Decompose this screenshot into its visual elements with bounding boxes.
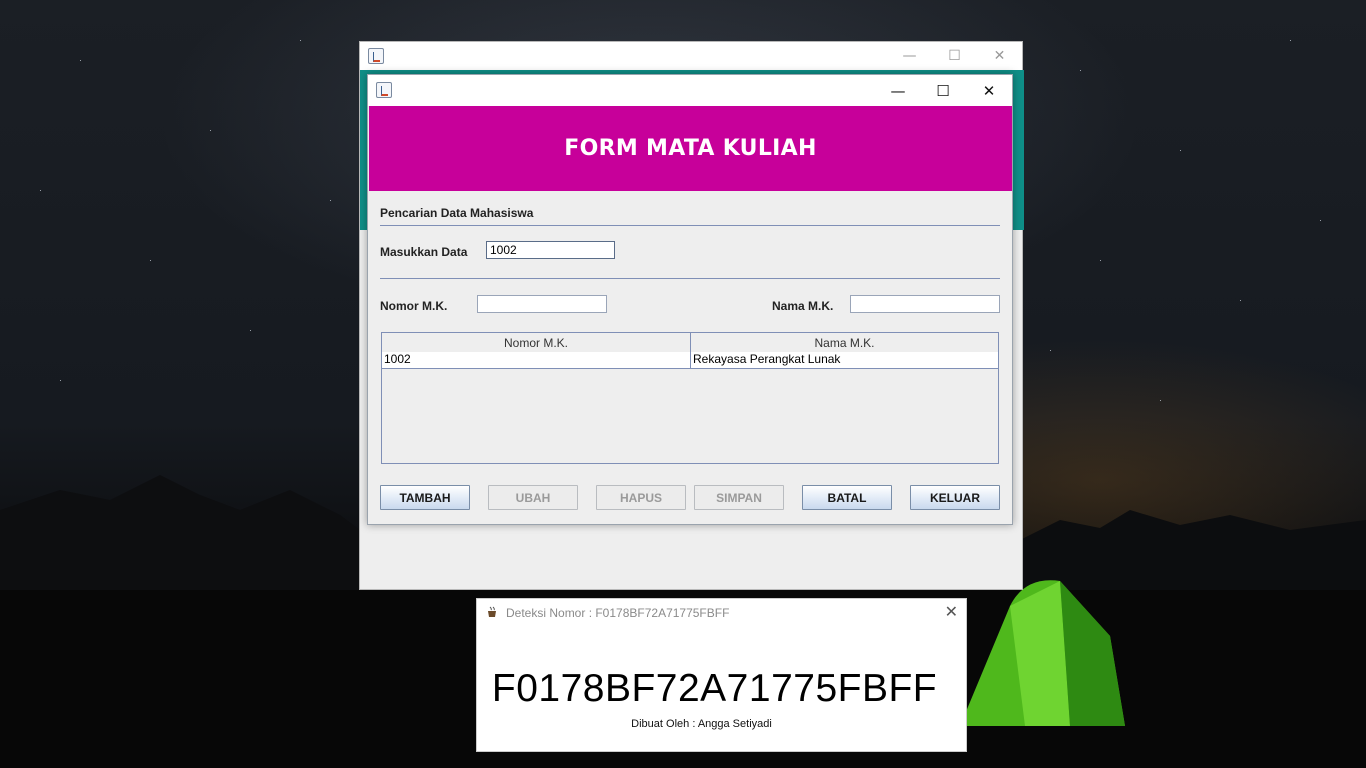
detection-popup[interactable]: Deteksi Nomor : F0178BF72A71775FBFF ✕ F0… [476, 598, 967, 752]
search-input[interactable]: 1002 [486, 241, 615, 259]
simpan-button[interactable]: SIMPAN [694, 485, 784, 510]
column-header-nomor[interactable]: Nomor M.K. [382, 333, 691, 352]
table-header: Nomor M.K. Nama M.K. [382, 333, 998, 353]
column-header-nama[interactable]: Nama M.K. [691, 333, 998, 352]
popup-close-button[interactable]: ✕ [945, 602, 958, 621]
hapus-button[interactable]: HAPUS [596, 485, 686, 510]
nomor-mk-label: Nomor M.K. [380, 299, 448, 313]
popup-title: Deteksi Nomor : F0178BF72A71775FBFF [506, 606, 730, 620]
close-button[interactable]: ✕ [966, 75, 1012, 106]
minimize-button[interactable]: — [887, 42, 932, 70]
nama-mk-input[interactable] [850, 295, 1000, 313]
batal-button[interactable]: BATAL [802, 485, 892, 510]
minimize-button[interactable]: — [875, 75, 921, 106]
maximize-button[interactable]: ☐ [932, 42, 977, 70]
form-window[interactable]: — ☐ ✕ FORM MATA KULIAH Pencarian Data Ma… [367, 74, 1013, 525]
cup-icon [488, 606, 496, 617]
section-title: Pencarian Data Mahasiswa [380, 206, 534, 220]
java-icon [368, 48, 384, 64]
nama-mk-label: Nama M.K. [772, 299, 834, 313]
ubah-button[interactable]: UBAH [488, 485, 578, 510]
detection-code: F0178BF72A71775FBFF [491, 667, 938, 710]
java-icon [376, 82, 392, 98]
tent-illustration [960, 580, 1125, 726]
form-title: FORM MATA KULIAH [564, 136, 817, 161]
tambah-button[interactable]: TAMBAH [380, 485, 470, 510]
credit-text: Dibuat Oleh : Angga Setiyadi [631, 718, 772, 730]
separator [380, 278, 1000, 279]
separator [380, 225, 1000, 226]
table-row[interactable]: 1002 Rekayasa Perangkat Lunak [382, 352, 998, 369]
matakuliah-table[interactable]: Nomor M.K. Nama M.K. 1002 Rekayasa Peran… [381, 332, 999, 464]
maximize-button[interactable]: ☐ [920, 75, 966, 106]
table-cell[interactable]: Rekayasa Perangkat Lunak [691, 352, 998, 368]
keluar-button[interactable]: KELUAR [910, 485, 1000, 510]
form-window-titlebar[interactable]: — ☐ ✕ [368, 75, 1012, 106]
nomor-mk-input[interactable] [477, 295, 607, 313]
background-window-titlebar[interactable]: — ☐ ✕ [360, 42, 1022, 70]
form-banner: FORM MATA KULIAH [369, 106, 1012, 191]
close-button[interactable]: ✕ [977, 42, 1022, 70]
table-cell[interactable]: 1002 [382, 352, 691, 368]
search-label: Masukkan Data [380, 245, 468, 259]
